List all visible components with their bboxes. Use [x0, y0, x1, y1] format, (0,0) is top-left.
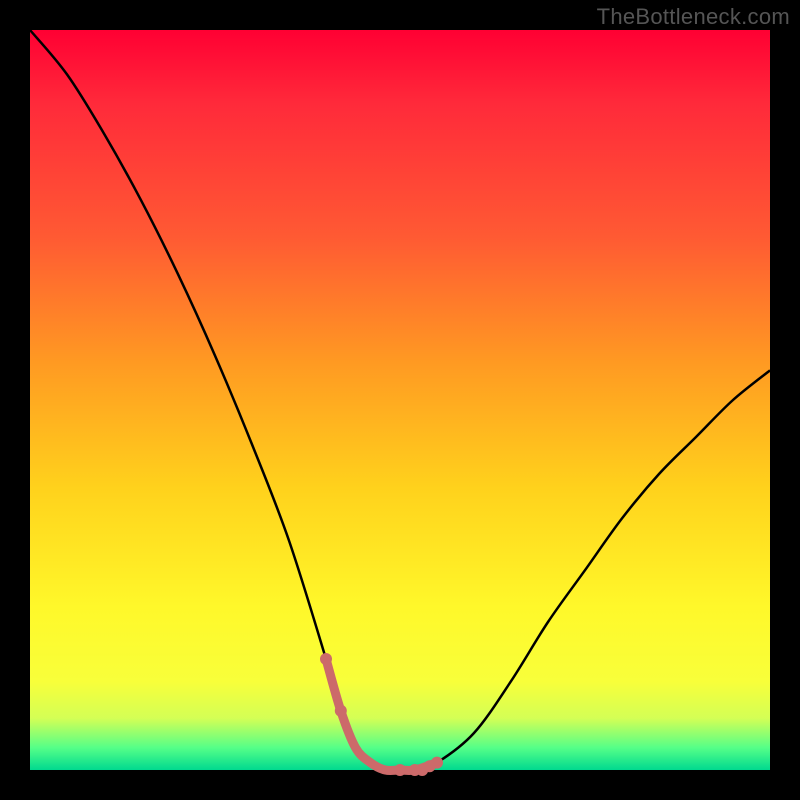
highlight-points — [320, 653, 443, 776]
chart-svg — [30, 30, 770, 770]
highlight-point — [335, 705, 347, 717]
highlight-point — [431, 757, 443, 769]
chart-frame: TheBottleneck.com — [0, 0, 800, 800]
watermark-text: TheBottleneck.com — [597, 4, 790, 30]
highlight-point — [320, 653, 332, 665]
bottleneck-curve — [30, 30, 770, 771]
plot-area — [30, 30, 770, 770]
highlight-point — [394, 764, 406, 776]
